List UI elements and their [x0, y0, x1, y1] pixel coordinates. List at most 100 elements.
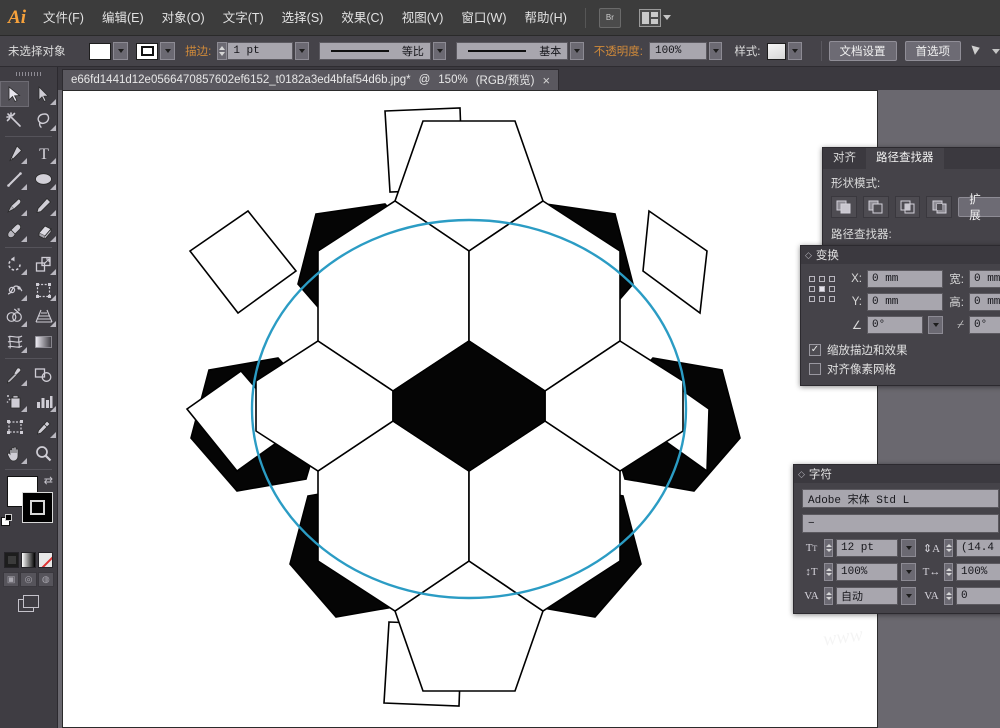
- align-pixel-checkbox[interactable]: [809, 363, 821, 375]
- character-panel-title-bar[interactable]: ◇ 字符: [794, 465, 1000, 483]
- zoom-tool[interactable]: [29, 440, 58, 466]
- stroke-swatch[interactable]: [136, 43, 158, 60]
- soccer-ball-unfolded-artwork[interactable]: [63, 91, 879, 728]
- free-transform-tool[interactable]: [29, 277, 58, 303]
- shear-input[interactable]: 0°: [969, 316, 1000, 334]
- x-input[interactable]: 0 mm: [867, 270, 943, 288]
- minus-front-icon[interactable]: [863, 196, 889, 218]
- leading-stepper[interactable]: [944, 539, 953, 557]
- hand-tool[interactable]: [0, 440, 29, 466]
- menu-help[interactable]: 帮助(H): [516, 0, 576, 36]
- stroke-profile-dropdown[interactable]: [433, 42, 446, 60]
- document-tab[interactable]: e66fd1441d12e0566470857602ef6152_t0182a3…: [62, 69, 559, 90]
- stroke-weight-stepper[interactable]: [217, 42, 227, 60]
- line-segment-tool[interactable]: [0, 166, 29, 192]
- vertical-scale-dropdown[interactable]: [901, 563, 916, 581]
- gradient-tool[interactable]: [29, 329, 58, 355]
- vertical-scale-input[interactable]: 100%: [836, 563, 898, 581]
- slice-tool[interactable]: [29, 414, 58, 440]
- menu-view[interactable]: 视图(V): [393, 0, 453, 36]
- brush-definition-select[interactable]: 基本: [456, 42, 568, 60]
- pen-tool[interactable]: [0, 140, 29, 166]
- opacity-label[interactable]: 不透明度:: [594, 43, 643, 59]
- menu-file[interactable]: 文件(F): [34, 0, 93, 36]
- eyedropper-tool[interactable]: [0, 362, 29, 388]
- scale-tool[interactable]: [29, 251, 58, 277]
- menu-window[interactable]: 窗口(W): [452, 0, 515, 36]
- leading-input[interactable]: (14.4: [956, 539, 1000, 557]
- mesh-tool[interactable]: [0, 329, 29, 355]
- vertical-scale-stepper[interactable]: [824, 563, 833, 581]
- screen-mode-row[interactable]: [0, 587, 57, 611]
- stroke-profile-select[interactable]: 等比: [319, 42, 431, 60]
- draw-inside-button[interactable]: ◍: [38, 572, 54, 587]
- menu-object[interactable]: 对象(O): [153, 0, 214, 36]
- graphic-style-dropdown[interactable]: [788, 42, 801, 60]
- fill-swatch[interactable]: [89, 43, 111, 60]
- scale-strokes-checkbox[interactable]: ✓: [809, 344, 821, 356]
- bridge-button[interactable]: Br: [599, 8, 621, 28]
- preferences-button[interactable]: 首选项: [905, 41, 962, 61]
- default-fill-stroke-icon[interactable]: [1, 514, 14, 527]
- symbol-sprayer-tool[interactable]: [0, 388, 29, 414]
- unite-icon[interactable]: [831, 196, 857, 218]
- kerning-stepper[interactable]: [824, 587, 833, 605]
- column-graph-tool[interactable]: [29, 388, 58, 414]
- horizontal-scale-input[interactable]: 100%: [956, 563, 1000, 581]
- direct-selection-tool[interactable]: [29, 81, 58, 107]
- font-family-input[interactable]: Adobe 宋体 Std L: [802, 489, 999, 508]
- y-input[interactable]: 0 mm: [867, 293, 943, 311]
- reference-point-proxy[interactable]: [809, 276, 838, 306]
- selection-tool[interactable]: [0, 81, 29, 107]
- cursor-options-button[interactable]: [973, 44, 1000, 58]
- shape-builder-tool[interactable]: [0, 303, 29, 329]
- height-input[interactable]: 0 mm: [969, 293, 1000, 311]
- tab-pathfinder[interactable]: 路径查找器: [866, 148, 944, 169]
- blob-brush-tool[interactable]: [0, 218, 29, 244]
- opacity-dropdown[interactable]: [709, 42, 722, 60]
- tools-panel-grip[interactable]: [0, 67, 57, 81]
- magic-wand-tool[interactable]: [0, 107, 29, 133]
- stroke-weight-input[interactable]: 1 pt: [227, 42, 293, 60]
- arrange-documents-button[interactable]: [639, 9, 671, 27]
- gradient-swatch-button[interactable]: [21, 552, 36, 568]
- fill-dropdown[interactable]: [113, 42, 128, 60]
- font-style-input[interactable]: −: [802, 514, 999, 533]
- expand-button[interactable]: 扩展: [958, 197, 1000, 217]
- stroke-weight-dropdown[interactable]: [295, 42, 308, 60]
- width-input[interactable]: 0 mm: [969, 270, 1000, 288]
- stroke-color-box[interactable]: [22, 492, 53, 523]
- lasso-tool[interactable]: [29, 107, 58, 133]
- width-tool[interactable]: [0, 277, 29, 303]
- opacity-input[interactable]: 100%: [649, 42, 707, 60]
- document-setup-button[interactable]: 文档设置: [829, 41, 897, 61]
- transform-panel[interactable]: ◇ 变换 X: 0 mm 宽: 0 mm Y:: [800, 245, 1000, 386]
- swap-fill-stroke-icon[interactable]: ⇄: [44, 474, 53, 487]
- transform-panel-title-bar[interactable]: ◇ 变换: [801, 246, 1000, 264]
- type-tool[interactable]: T: [29, 140, 58, 166]
- tracking-stepper[interactable]: [944, 587, 953, 605]
- menu-edit[interactable]: 编辑(E): [93, 0, 153, 36]
- paintbrush-tool[interactable]: [0, 192, 29, 218]
- intersect-icon[interactable]: [895, 196, 921, 218]
- rotate-tool[interactable]: [0, 251, 29, 277]
- rotate-input[interactable]: 0°: [867, 316, 923, 334]
- scale-strokes-checkbox-row[interactable]: ✓ 缩放描边和效果: [809, 342, 999, 358]
- exclude-icon[interactable]: [926, 196, 952, 218]
- menu-select[interactable]: 选择(S): [273, 0, 333, 36]
- brush-dropdown[interactable]: [570, 42, 583, 60]
- draw-behind-button[interactable]: ◎: [20, 572, 36, 587]
- pencil-tool[interactable]: [29, 192, 58, 218]
- stroke-dropdown[interactable]: [160, 42, 175, 60]
- draw-normal-button[interactable]: ▣: [3, 572, 19, 587]
- font-size-dropdown[interactable]: [901, 539, 916, 557]
- artboard-tool[interactable]: [0, 414, 29, 440]
- menu-type[interactable]: 文字(T): [214, 0, 273, 36]
- tab-align[interactable]: 对齐: [823, 148, 866, 169]
- close-icon[interactable]: ×: [542, 74, 550, 87]
- tracking-input[interactable]: 0: [956, 587, 1000, 605]
- stroke-weight-label[interactable]: 描边:: [185, 43, 211, 59]
- graphic-style-swatch[interactable]: [767, 43, 787, 60]
- font-size-input[interactable]: 12 pt: [836, 539, 898, 557]
- rotate-dropdown[interactable]: [928, 316, 943, 334]
